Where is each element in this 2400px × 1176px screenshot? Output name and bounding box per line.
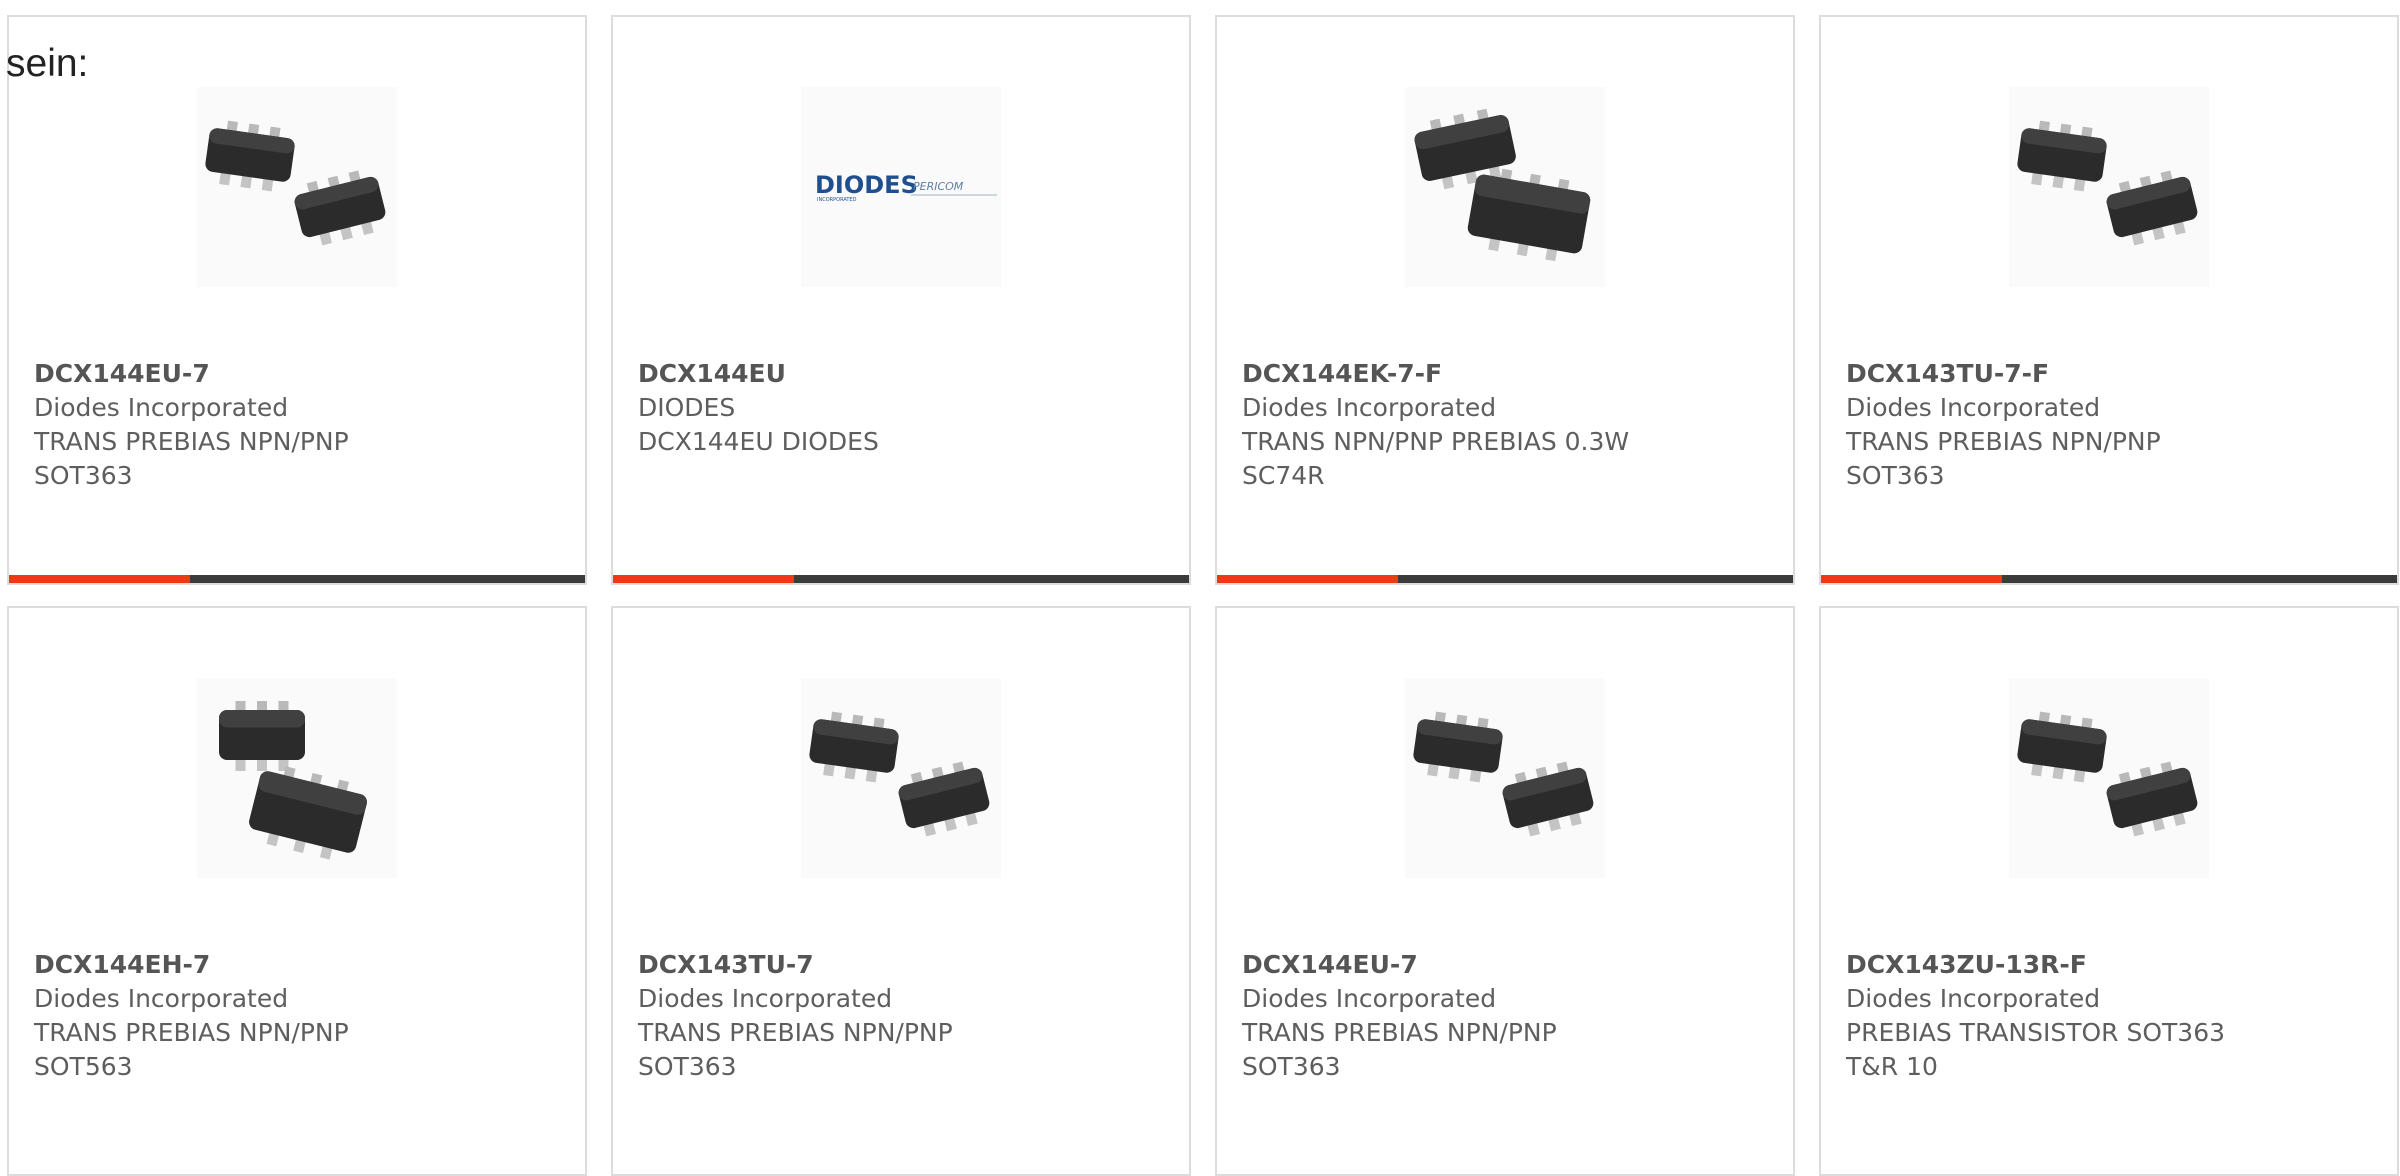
product-info: DCX144EU-7 Diodes Incorporated TRANS PRE…: [1242, 948, 1557, 1084]
sot363-chip-pair-image: [801, 678, 1001, 878]
product-card[interactable]: DCX143TU-7 Diodes Incorporated TRANS PRE…: [611, 606, 1191, 1176]
package: SOT363: [1242, 1052, 1341, 1081]
product-card[interactable]: DCX144EU-7 Diodes Incorporated TRANS PRE…: [7, 15, 587, 585]
manufacturer: Diodes Incorporated: [638, 984, 893, 1013]
description: PREBIAS TRANSISTOR SOT363: [1846, 1018, 2226, 1047]
description: TRANS NPN/PNP PREBIAS 0.3W: [1242, 427, 1630, 456]
part-number[interactable]: DCX144EU: [638, 357, 879, 391]
description: TRANS PREBIAS NPN/PNP: [34, 1018, 349, 1047]
card-accent-bar: [1821, 575, 2397, 583]
card-accent-bar: [613, 575, 1189, 583]
description: TRANS PREBIAS NPN/PNP: [1242, 1018, 1557, 1047]
package: SOT563: [34, 1052, 133, 1081]
sot563-chip-pair-image: [197, 678, 397, 878]
svg-text:INCORPORATED: INCORPORATED: [817, 197, 857, 203]
product-info: DCX144EK-7-F Diodes Incorporated TRANS N…: [1242, 357, 1629, 493]
product-info: DCX144EH-7 Diodes Incorporated TRANS PRE…: [34, 948, 349, 1084]
part-number[interactable]: DCX143TU-7: [638, 948, 953, 982]
sc74r-chip-pair-image: [1405, 87, 1605, 287]
product-card[interactable]: DCX143TU-7-F Diodes Incorporated TRANS P…: [1819, 15, 2399, 585]
part-number[interactable]: DCX144EU-7: [34, 357, 349, 391]
manufacturer: Diodes Incorporated: [1846, 984, 2101, 1013]
manufacturer: Diodes Incorporated: [1242, 393, 1497, 422]
part-number[interactable]: DCX144EU-7: [1242, 948, 1557, 982]
product-info: DCX144EU DIODES DCX144EU DIODES: [638, 357, 879, 459]
product-info: DCX144EU-7 Diodes Incorporated TRANS PRE…: [34, 357, 349, 493]
sot363-chip-pair-image: [2009, 678, 2209, 878]
package: SOT363: [34, 461, 133, 490]
description: TRANS PREBIAS NPN/PNP: [1846, 427, 2161, 456]
product-card[interactable]: DCX144EK-7-F Diodes Incorporated TRANS N…: [1215, 15, 1795, 585]
part-number[interactable]: DCX143TU-7-F: [1846, 357, 2161, 391]
manufacturer: Diodes Incorporated: [1846, 393, 2101, 422]
sot363-chip-pair-image: [2009, 87, 2209, 287]
page-heading: sein:: [6, 42, 89, 85]
description: TRANS PREBIAS NPN/PNP: [638, 1018, 953, 1047]
part-number[interactable]: DCX144EK-7-F: [1242, 357, 1629, 391]
description: TRANS PREBIAS NPN/PNP: [34, 427, 349, 456]
product-info: DCX143TU-7-F Diodes Incorporated TRANS P…: [1846, 357, 2161, 493]
sot363-chip-pair-image: [197, 87, 397, 287]
svg-text:PERICOM: PERICOM: [913, 180, 964, 193]
product-info: DCX143ZU-13R-F Diodes Incorporated PREBI…: [1846, 948, 2225, 1084]
product-card[interactable]: DCX144EU-7 Diodes Incorporated TRANS PRE…: [1215, 606, 1795, 1176]
product-grid: DCX144EU-7 Diodes Incorporated TRANS PRE…: [7, 15, 2400, 1176]
product-card[interactable]: DCX143ZU-13R-F Diodes Incorporated PREBI…: [1819, 606, 2399, 1176]
diodes-pericom-logo-image: DIODES INCORPORATED PERICOM: [801, 87, 1001, 287]
manufacturer: Diodes Incorporated: [1242, 984, 1497, 1013]
manufacturer: Diodes Incorporated: [34, 393, 289, 422]
card-accent-bar: [9, 575, 585, 583]
manufacturer: Diodes Incorporated: [34, 984, 289, 1013]
card-accent-bar: [1217, 575, 1793, 583]
package: SOT363: [638, 1052, 737, 1081]
product-info: DCX143TU-7 Diodes Incorporated TRANS PRE…: [638, 948, 953, 1084]
package: SC74R: [1242, 461, 1325, 490]
manufacturer: DIODES: [638, 393, 736, 422]
part-number[interactable]: DCX144EH-7: [34, 948, 349, 982]
description: DCX144EU DIODES: [638, 427, 879, 456]
sot363-chip-pair-image: [1405, 678, 1605, 878]
product-card[interactable]: DIODES INCORPORATED PERICOM DCX144EU DIODE…: [611, 15, 1191, 585]
package: T&R 10: [1846, 1052, 1938, 1081]
package: SOT363: [1846, 461, 1945, 490]
product-card[interactable]: DCX144EH-7 Diodes Incorporated TRANS PRE…: [7, 606, 587, 1176]
svg-text:DIODES: DIODES: [815, 171, 918, 199]
part-number[interactable]: DCX143ZU-13R-F: [1846, 948, 2225, 982]
